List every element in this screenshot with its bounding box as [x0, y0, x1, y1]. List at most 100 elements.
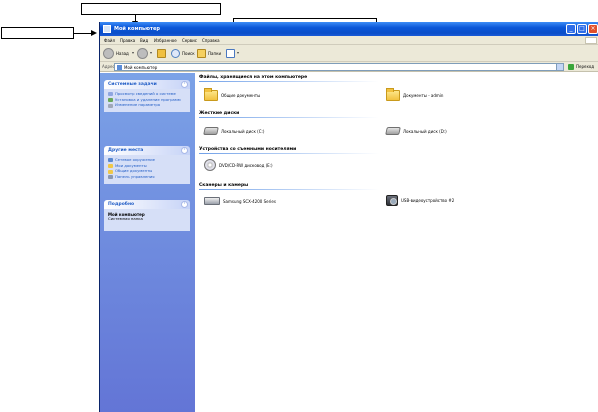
item-label: Локальный диск (C:): [221, 128, 265, 134]
chevron-up-icon[interactable]: ˄: [181, 147, 188, 154]
task-pane: Системные задачи ˄ Просмотр сведений о с…: [100, 73, 195, 412]
item-label: Общие документы: [221, 93, 261, 98]
system-tasks-header[interactable]: Системные задачи ˄: [104, 80, 190, 89]
item-drive-c[interactable]: Локальный диск (C:): [203, 127, 265, 135]
add-remove-programs-icon: [108, 97, 113, 102]
menu-file[interactable]: Файл: [104, 38, 115, 43]
menu-edit[interactable]: Правка: [120, 38, 135, 43]
details-header[interactable]: Подробно ˅: [104, 200, 190, 209]
chevron-down-icon[interactable]: ˅: [181, 201, 188, 208]
folder-icon: [108, 169, 113, 174]
control-panel-icon: [108, 103, 113, 108]
window-title: Мой компьютер: [114, 26, 160, 32]
details-title: Подробно: [108, 202, 135, 207]
details-panel: Подробно ˅ Мой компьютер Системная папка: [104, 200, 190, 231]
forward-dropdown-icon[interactable]: ▾: [150, 50, 152, 55]
place-link-network[interactable]: Сетевое окружение: [108, 157, 187, 163]
group-header-removable: Устройства со съемными носителями: [199, 147, 297, 152]
forward-arrow-icon[interactable]: [137, 48, 148, 59]
group-divider: [199, 189, 379, 190]
item-label: USB-видеоустройство #2: [401, 198, 455, 203]
place-link-label: Панель управления: [115, 174, 155, 180]
callout-arrow-window: [74, 30, 97, 36]
windows-logo-icon: [585, 37, 597, 44]
menu-help[interactable]: Справка: [202, 38, 220, 43]
back-button-label[interactable]: Назад: [116, 51, 129, 56]
task-link-label: Изменение параметра: [115, 102, 161, 108]
go-arrow-icon[interactable]: [568, 64, 574, 70]
other-places-title: Другие места: [108, 148, 144, 153]
network-icon: [108, 158, 113, 163]
system-tasks-title: Системные задачи: [108, 82, 157, 87]
maximize-icon: □: [579, 25, 585, 32]
group-header-stored-files: Файлы, хранящиеся на этом компьютере: [199, 75, 308, 80]
item-dvd-drive[interactable]: DVD/CD-RW дисковод (E:): [204, 159, 273, 171]
place-link-control-panel[interactable]: Панель управления: [108, 175, 187, 180]
views-icon[interactable]: [226, 49, 235, 58]
address-bar: Адрес: Мой компьютер Переход: [100, 62, 598, 72]
workspace: Файлы, хранящиеся на этом компьютере Общ…: [195, 73, 598, 412]
scanner-icon: [204, 197, 220, 205]
views-dropdown-icon[interactable]: ▾: [237, 50, 239, 55]
other-places-header[interactable]: Другие места ˄: [104, 146, 190, 155]
place-link-label: Сетевое окружение: [115, 157, 155, 162]
item-label: DVD/CD-RW дисковод (E:): [219, 162, 273, 168]
maximize-button[interactable]: □: [577, 24, 587, 34]
hard-drive-icon: [385, 127, 401, 135]
hard-drive-icon: [203, 127, 219, 135]
callout-arrow-title: [132, 15, 138, 27]
control-panel-icon: [108, 175, 113, 180]
address-field[interactable]: Мой компьютер: [114, 63, 564, 71]
item-drive-d[interactable]: Локальный диск (D:): [385, 127, 447, 135]
menu-view[interactable]: Вид: [140, 38, 148, 43]
item-label: Локальный диск (D:): [403, 128, 447, 134]
chevron-up-icon[interactable]: ˄: [181, 81, 188, 88]
folder-icon: [386, 88, 400, 101]
back-dropdown-icon[interactable]: ▾: [132, 50, 134, 55]
item-admin-documents[interactable]: Документы - admin: [386, 88, 444, 101]
item-usb-camera[interactable]: USB-видеоустройство #2: [386, 195, 454, 206]
go-button[interactable]: Переход: [576, 64, 594, 69]
menu-favorites[interactable]: Избранное: [154, 38, 177, 43]
computer-icon: [117, 65, 122, 70]
explorer-window: Мой компьютер _ □ × Файл Правка Вид Избр…: [99, 22, 598, 412]
minimize-icon: _: [569, 25, 573, 32]
system-info-icon: [108, 92, 113, 97]
task-link-change-setting[interactable]: Изменение параметра: [108, 103, 187, 108]
close-button[interactable]: ×: [588, 24, 598, 34]
system-tasks-panel: Системные задачи ˄ Просмотр сведений о с…: [104, 80, 190, 113]
address-dropdown-icon[interactable]: [556, 64, 563, 70]
computer-icon: [103, 25, 111, 33]
item-label: Samsung SCX-4200 Series: [223, 198, 276, 204]
back-arrow-icon[interactable]: [103, 48, 114, 59]
details-subtitle: Системная папка: [108, 216, 143, 221]
folders-button-label[interactable]: Папки: [208, 51, 221, 56]
title-bar[interactable]: Мой компьютер _ □ ×: [100, 22, 598, 36]
search-icon[interactable]: [171, 49, 180, 58]
address-value: Мой компьютер: [124, 65, 158, 70]
menu-tools[interactable]: Сервис: [182, 38, 197, 43]
group-divider: [199, 81, 379, 82]
close-icon: ×: [590, 25, 596, 32]
other-places-panel: Другие места ˄ Сетевое окружение Мои док…: [104, 146, 190, 184]
folder-up-icon[interactable]: [157, 49, 166, 58]
folder-icon: [108, 163, 113, 168]
item-scanner[interactable]: Samsung SCX-4200 Series: [204, 197, 276, 205]
group-divider: [199, 153, 379, 154]
task-link-system-info[interactable]: Просмотр сведений о системе: [108, 91, 187, 97]
search-button-label[interactable]: Поиск: [182, 51, 195, 56]
item-label: Документы - admin: [403, 93, 444, 98]
dvd-drive-icon: [204, 159, 216, 171]
minimize-button[interactable]: _: [566, 24, 576, 34]
toolbar: Назад ▾ ▾ Поиск Папки ▾: [100, 45, 598, 62]
menu-bar: Файл Правка Вид Избранное Сервис Справка: [100, 36, 598, 45]
callout-box-title: [81, 3, 221, 15]
folders-icon[interactable]: [197, 49, 206, 58]
group-header-scanners: Сканеры и камеры: [199, 183, 249, 188]
callout-box-window: [1, 27, 74, 39]
folder-icon: [204, 88, 218, 101]
camera-icon: [386, 195, 398, 206]
group-header-hard-drives: Жесткие диски: [199, 111, 240, 116]
item-shared-documents[interactable]: Общие документы: [204, 88, 261, 101]
group-divider: [199, 117, 379, 118]
